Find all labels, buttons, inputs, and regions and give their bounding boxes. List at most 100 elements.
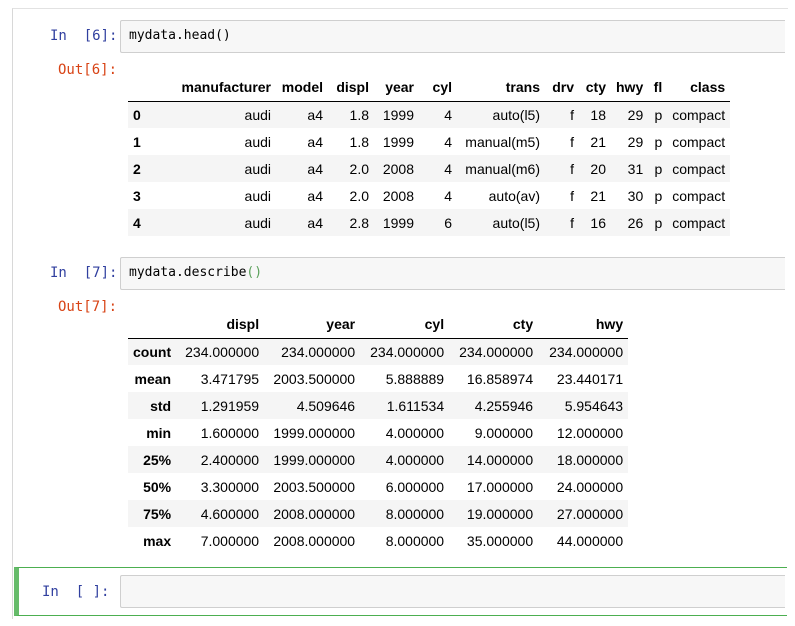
table-cell: manual(m6) — [465, 160, 540, 177]
row-index: 50% — [143, 478, 172, 495]
table-cell: 4 — [444, 187, 452, 204]
table-cell: 2.8 — [349, 214, 369, 231]
code-input-empty[interactable] — [120, 575, 785, 608]
table-cell: 5.954643 — [564, 397, 624, 414]
column-header — [128, 311, 177, 339]
table-cell: 2003.500000 — [273, 478, 356, 495]
table-cell: compact — [672, 187, 726, 204]
table-cell: 31 — [627, 160, 644, 177]
table-cell: audi — [244, 187, 271, 204]
table-cell: audi — [244, 133, 271, 150]
table-cell: 1.8 — [349, 106, 369, 123]
table-row: 0 audi a4 1.8 1999 4 auto(l5) f 18 29 p compact — [128, 101, 731, 128]
column-header: cty — [579, 74, 611, 102]
table-cell: compact — [672, 106, 726, 123]
table-cell: 4.255946 — [474, 397, 534, 414]
input-prompt-6: In [6]: — [50, 28, 118, 44]
table-cell: 16.858974 — [466, 370, 534, 387]
table-cell: 2.0 — [349, 160, 369, 177]
table-cell: 1.611534 — [386, 397, 445, 414]
table-cell: 23.440171 — [556, 370, 624, 387]
column-header: model — [276, 74, 328, 102]
output-prompt-7: Out[7]: — [58, 299, 118, 315]
table-cell: 8.000000 — [385, 532, 445, 549]
column-header: displ — [176, 311, 265, 339]
table-cell: 1.291959 — [200, 397, 260, 414]
table-header-row: manufacturer model displ year cyl trans … — [128, 74, 731, 102]
table-cell: 2.400000 — [200, 451, 260, 468]
table-cell: 4.000000 — [385, 424, 445, 441]
row-index: count — [133, 343, 172, 360]
table-row: count 234.000000 234.000000 234.000000 234.0… — [128, 338, 629, 365]
table-cell: audi — [244, 160, 271, 177]
code-text-7: mydata.describe() — [129, 265, 262, 280]
output-prompt-6: Out[6]: — [58, 62, 118, 78]
table-cell: 9.000000 — [474, 424, 534, 441]
table-cell: 27.000000 — [556, 505, 624, 522]
table-cell: a4 — [307, 187, 323, 204]
table-cell: 29 — [627, 106, 644, 123]
column-header: year — [264, 311, 361, 339]
table-cell: 234.000000 — [281, 343, 356, 360]
table-cell: 5.888889 — [385, 370, 445, 387]
table-cell: 2003.500000 — [273, 370, 356, 387]
table-cell: 4 — [444, 133, 452, 150]
table-cell: 18.000000 — [556, 451, 624, 468]
table-cell: p — [654, 187, 663, 204]
row-index: 3 — [133, 187, 141, 204]
table-row: min 1.600000 1999.000000 4.000000 9.000000 12… — [128, 419, 628, 446]
column-header: drv — [545, 74, 579, 102]
table-cell: p — [654, 214, 663, 231]
table-cell: 1.8 — [349, 133, 369, 150]
row-index: min — [146, 424, 172, 441]
table-cell: compact — [672, 160, 726, 177]
row-index: mean — [134, 370, 172, 387]
table-cell: f — [570, 214, 574, 231]
table-cell: audi — [244, 106, 271, 123]
code-input-7[interactable]: mydata.describe() — [120, 257, 785, 290]
table-cell: 2008.000000 — [273, 505, 356, 522]
table-row: 1 audi a4 1.8 1999 4 manual(m5) f 21 29 p compact — [128, 128, 730, 155]
column-header: hwy — [611, 74, 649, 102]
table-cell: 4.509646 — [296, 397, 356, 414]
table-cell: 16 — [590, 214, 606, 231]
input-prompt-7: In [7]: — [50, 265, 118, 281]
table-cell: auto(l5) — [492, 214, 540, 231]
table-cell: 234.000000 — [459, 343, 534, 360]
table-cell: 1.600000 — [200, 424, 260, 441]
table-cell: 3.471795 — [200, 370, 260, 387]
table-cell: a4 — [307, 160, 323, 177]
table-cell: p — [654, 160, 663, 177]
table-cell: 19.000000 — [466, 505, 534, 522]
table-cell: p — [654, 133, 663, 150]
table-header-row: displ year cyl cty hwy — [128, 311, 629, 339]
code-input-6[interactable]: mydata.head() — [120, 20, 785, 53]
table-row: 75% 4.600000 2008.000000 8.000000 19.000000 2… — [128, 500, 629, 527]
table-cell: 35.000000 — [466, 532, 534, 549]
column-header: manufacturer — [156, 74, 276, 102]
table-cell: 4.000000 — [385, 451, 445, 468]
row-index: 1 — [133, 133, 141, 150]
column-header: trans — [457, 74, 545, 102]
code-function-name: mydata.describe — [129, 265, 247, 280]
table-cell: 2008 — [382, 160, 414, 177]
table-row: 3 audi a4 2.0 2008 4 auto(av) f 21 30 p compact — [128, 182, 730, 209]
table-cell: 2008.000000 — [273, 532, 356, 549]
table-cell: 1999 — [382, 106, 414, 123]
table-cell: 21 — [590, 187, 606, 204]
table-cell: 44.000000 — [556, 532, 624, 549]
table-cell: 21 — [590, 133, 606, 150]
table-row: mean 3.471795 2003.500000 5.888889 16.858974… — [128, 365, 628, 392]
table-cell: 8.000000 — [385, 505, 445, 522]
column-header: hwy — [538, 311, 629, 339]
table-cell: 1999 — [382, 214, 414, 231]
table-cell: compact — [672, 133, 726, 150]
input-prompt-empty: In [ ]: — [42, 584, 110, 600]
table-cell: 29 — [627, 133, 644, 150]
table-cell: auto(av) — [488, 187, 540, 204]
row-index: 2 — [133, 160, 141, 177]
column-header: class — [667, 74, 731, 102]
table-row: 50% 3.300000 2003.500000 6.000000 17.000000 2… — [128, 473, 628, 500]
table-cell: 7.000000 — [200, 532, 260, 549]
column-header — [128, 74, 156, 102]
